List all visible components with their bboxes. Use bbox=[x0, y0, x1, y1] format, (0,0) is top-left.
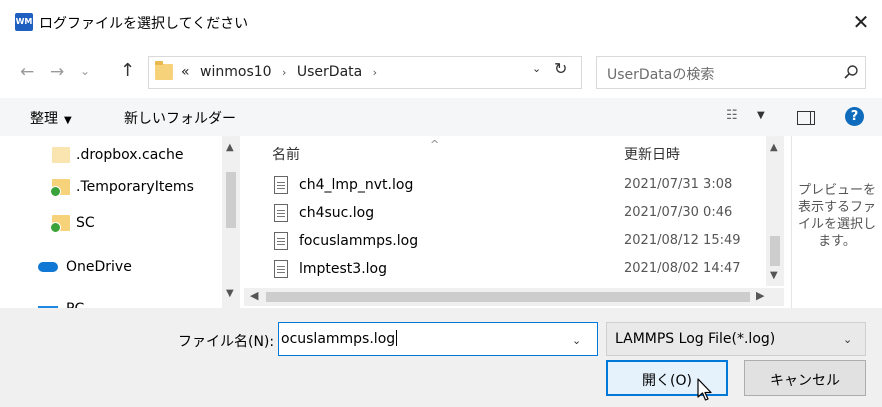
nav-item-onedrive[interactable]: OneDrive bbox=[0, 254, 222, 282]
caret-down-icon: ▼ bbox=[64, 115, 72, 126]
preview-divider bbox=[791, 136, 792, 308]
nav-item-dropbox-cache[interactable]: .dropbox.cache bbox=[0, 142, 222, 170]
address-bar[interactable]: « winmos10 › UserData › bbox=[148, 56, 582, 89]
nav-item-label: .dropbox.cache bbox=[76, 147, 184, 163]
synced-folder-icon bbox=[50, 179, 70, 197]
scroll-left-icon[interactable]: ◀ bbox=[250, 289, 258, 302]
title-bar: WM ログファイルを選択してください ✕ bbox=[0, 0, 882, 42]
nav-item-label: .TemporaryItems bbox=[76, 179, 194, 195]
file-row[interactable]: ch4suc.log 2021/07/30 0:46 bbox=[244, 200, 764, 228]
file-date: 2021/08/02 14:47 bbox=[624, 261, 741, 276]
text-caret bbox=[396, 330, 398, 346]
cancel-button[interactable]: キャンセル bbox=[744, 360, 866, 396]
app-icon: WM bbox=[15, 13, 33, 31]
column-header-name[interactable]: 名前 bbox=[272, 144, 300, 164]
scroll-thumb[interactable] bbox=[266, 292, 750, 302]
chevron-down-icon: ⌄ bbox=[843, 333, 853, 346]
sort-ascending-icon: ^ bbox=[430, 138, 440, 151]
scroll-down-icon[interactable]: ▼ bbox=[226, 288, 234, 299]
organize-button[interactable]: 整理 ▼ bbox=[30, 108, 72, 128]
text-file-icon bbox=[274, 204, 288, 222]
nav-item-label: OneDrive bbox=[66, 259, 132, 275]
text-file-icon bbox=[274, 232, 288, 250]
mouse-cursor-icon bbox=[697, 378, 712, 401]
column-header-date[interactable]: 更新日時 bbox=[624, 144, 680, 164]
file-row[interactable]: lmptest3.log 2021/08/02 14:47 bbox=[244, 256, 764, 284]
file-type-select[interactable]: LAMMPS Log File(*.log) ⌄ bbox=[606, 322, 866, 356]
file-list-horizontal-scrollbar[interactable]: ◀ ▶ bbox=[244, 288, 784, 306]
file-name: focuslammps.log bbox=[299, 233, 419, 249]
filename-value: ocuslammps.log bbox=[281, 331, 396, 347]
scroll-down-icon[interactable]: ▼ bbox=[770, 270, 778, 281]
recent-locations-chevron-icon[interactable]: ⌄ bbox=[80, 64, 90, 78]
preview-pane-icon[interactable] bbox=[797, 111, 815, 125]
address-dropdown-chevron-icon[interactable]: ⌄ bbox=[532, 62, 541, 75]
preview-message: プレビューを表示するファイルを選択します。 bbox=[797, 183, 876, 249]
file-name: ch4suc.log bbox=[299, 205, 375, 221]
scroll-up-icon[interactable]: ▲ bbox=[226, 142, 234, 153]
search-icon[interactable] bbox=[843, 64, 859, 80]
search-input[interactable]: UserDataの検索 bbox=[596, 56, 866, 89]
organize-label: 整理 bbox=[30, 111, 58, 127]
dialog-title: ログファイルを選択してください bbox=[39, 16, 249, 32]
nav-item-sc[interactable]: SC bbox=[0, 210, 222, 238]
breadcrumb-separator-icon[interactable]: › bbox=[373, 66, 377, 79]
nav-item-label: PC bbox=[66, 301, 84, 308]
navigation-scrollbar[interactable]: ▲ ▼ bbox=[222, 136, 240, 308]
nav-item-temporary-items[interactable]: .TemporaryItems bbox=[0, 174, 222, 202]
file-date: 2021/07/31 3:08 bbox=[624, 177, 733, 192]
file-type-value: LAMMPS Log File(*.log) bbox=[615, 331, 776, 347]
command-toolbar: 整理 ▼ 新しいフォルダー ☷ ▼ ? bbox=[0, 98, 882, 136]
text-file-icon bbox=[274, 176, 288, 194]
scroll-right-icon[interactable]: ▶ bbox=[756, 289, 764, 302]
navigation-pane: .dropbox.cache .TemporaryItems SC OneDri… bbox=[0, 136, 240, 308]
help-icon[interactable]: ? bbox=[845, 107, 864, 126]
nav-item-label: SC bbox=[76, 215, 95, 231]
new-folder-button[interactable]: 新しいフォルダー bbox=[124, 108, 236, 128]
cancel-button-label: キャンセル bbox=[770, 373, 840, 389]
file-list-vertical-scrollbar[interactable]: ▲ ▼ bbox=[766, 136, 784, 286]
refresh-icon[interactable]: ↻ bbox=[554, 59, 567, 78]
scroll-thumb[interactable] bbox=[770, 236, 780, 266]
breadcrumb-overflow[interactable]: « bbox=[181, 64, 190, 80]
breadcrumb-separator-icon[interactable]: › bbox=[282, 66, 286, 79]
scroll-thumb[interactable] bbox=[226, 172, 236, 228]
file-row[interactable]: ch4_lmp_nvt.log 2021/07/31 3:08 bbox=[244, 172, 764, 200]
file-row[interactable]: focuslammps.log 2021/08/12 15:49 bbox=[244, 228, 764, 256]
breadcrumb-item-userdata[interactable]: UserData bbox=[297, 64, 362, 80]
breadcrumb-item-winmos10[interactable]: winmos10 bbox=[200, 64, 272, 80]
nav-item-pc[interactable]: PC bbox=[0, 296, 222, 308]
view-options-icon[interactable]: ☷ bbox=[726, 108, 738, 123]
back-arrow-icon[interactable]: ← bbox=[20, 62, 34, 82]
text-file-icon bbox=[274, 260, 288, 278]
folder-icon bbox=[155, 61, 173, 80]
up-arrow-icon[interactable]: ↑ bbox=[120, 60, 135, 81]
scroll-up-icon[interactable]: ▲ bbox=[770, 142, 778, 153]
forward-arrow-icon[interactable]: → bbox=[50, 62, 64, 82]
file-date: 2021/08/12 15:49 bbox=[624, 233, 741, 248]
close-button[interactable]: ✕ bbox=[840, 6, 882, 38]
onedrive-cloud-icon bbox=[38, 262, 58, 272]
folder-icon bbox=[52, 147, 70, 163]
file-date: 2021/07/30 0:46 bbox=[624, 205, 733, 220]
file-name: lmptest3.log bbox=[299, 261, 387, 277]
file-open-dialog: WM ログファイルを選択してください ✕ ← → ⌄ ↑ « winmos10 … bbox=[0, 0, 882, 407]
filename-history-chevron-icon[interactable]: ⌄ bbox=[572, 334, 581, 347]
breadcrumb: « winmos10 › UserData › bbox=[181, 64, 383, 80]
filename-label: ファイル名(N): bbox=[178, 334, 275, 350]
view-options-caret-icon[interactable]: ▼ bbox=[757, 110, 765, 121]
file-name: ch4_lmp_nvt.log bbox=[299, 177, 414, 193]
search-placeholder: UserDataの検索 bbox=[607, 67, 715, 83]
synced-folder-icon bbox=[50, 215, 70, 233]
filename-input[interactable]: ocuslammps.log bbox=[278, 322, 598, 356]
